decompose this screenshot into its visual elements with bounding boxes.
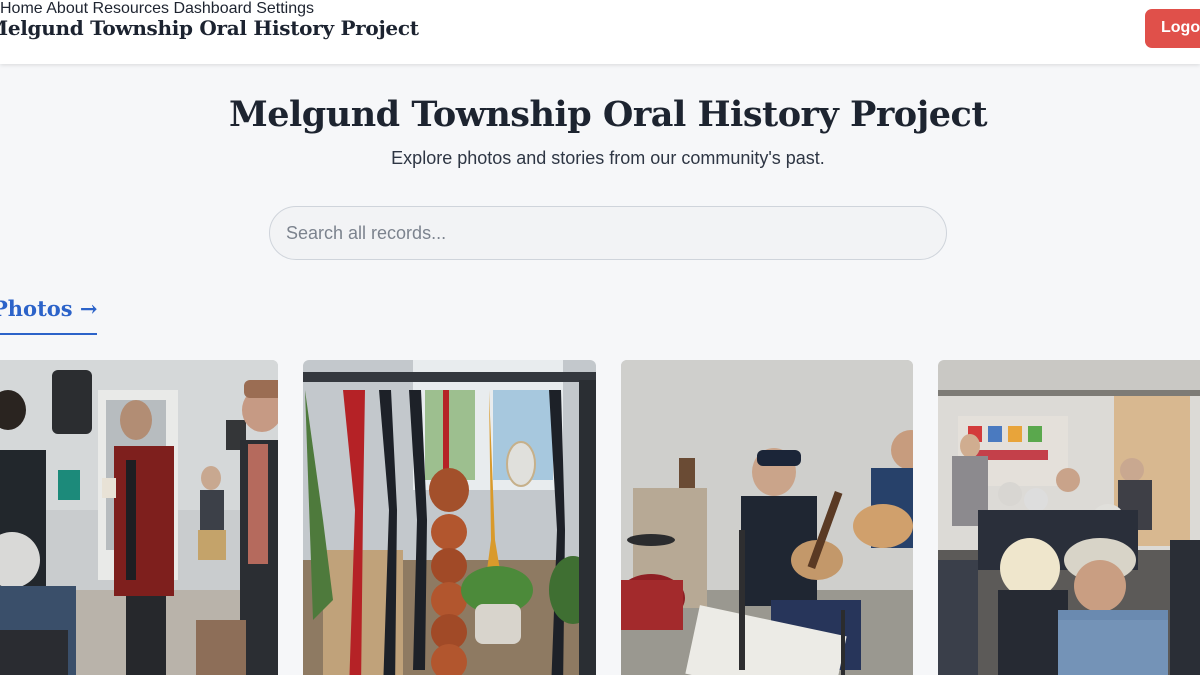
photo-card[interactable] — [0, 360, 278, 675]
logout-button[interactable]: Logout — [1145, 9, 1200, 48]
search-input[interactable] — [286, 221, 926, 245]
photos-link-underline — [0, 333, 97, 335]
photo-image — [0, 360, 278, 675]
page-title: Melgund Township Oral History Project — [228, 94, 988, 135]
photo-card[interactable] — [621, 360, 913, 675]
site-brand[interactable]: Melgund Township Oral History Project — [0, 16, 419, 40]
photo-card[interactable] — [938, 360, 1200, 675]
photo-image — [938, 360, 1200, 675]
page-subtitle: Explore photos and stories from our comm… — [391, 148, 825, 168]
nav-resources-link[interactable]: Resources — [93, 0, 169, 17]
nav-settings-link[interactable]: Settings — [256, 0, 314, 17]
photo-image — [621, 360, 913, 675]
photos-section-link[interactable]: Photos → — [0, 296, 98, 321]
nav-home-link[interactable]: Home — [0, 0, 43, 17]
top-navbar: Melgund Township Oral History Project Ho… — [0, 0, 1200, 64]
photo-card[interactable] — [303, 360, 596, 675]
nav-dashboard-link[interactable]: Dashboard — [173, 0, 251, 17]
photo-image — [303, 360, 596, 675]
nav-about-link[interactable]: About — [46, 0, 88, 17]
search-bar — [269, 206, 947, 260]
